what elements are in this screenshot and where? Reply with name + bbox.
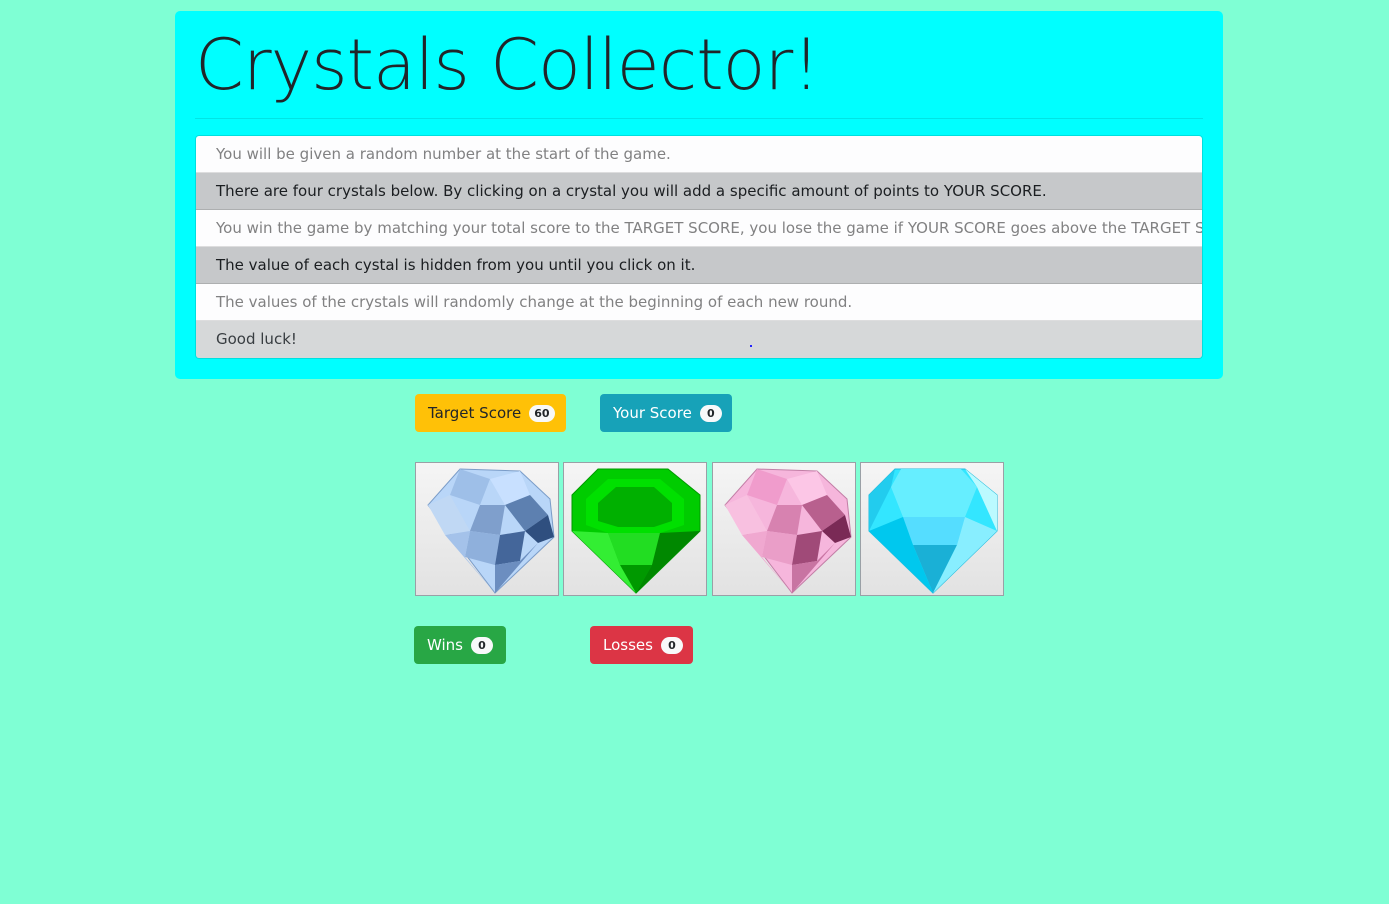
your-score-button[interactable]: Your Score 0: [600, 394, 732, 432]
list-item: You win the game by matching your total …: [196, 210, 1202, 247]
target-score-button[interactable]: Target Score 60: [415, 394, 566, 432]
list-item: There are four crystals below. By clicki…: [196, 173, 1202, 210]
blue-crystal-button[interactable]: [415, 462, 559, 596]
pink-crystal-button[interactable]: [712, 462, 856, 596]
wins-label: Wins: [427, 636, 463, 654]
green-crystal-button[interactable]: [563, 462, 707, 596]
wins-button[interactable]: Wins 0: [414, 626, 506, 664]
losses-button[interactable]: Losses 0: [590, 626, 693, 664]
pink-crystal-icon: [724, 468, 852, 594]
your-score-badge: 0: [699, 405, 722, 422]
your-score-label: Your Score: [613, 404, 692, 422]
header-jumbotron: Crystals Collector! You will be given a …: [175, 11, 1223, 379]
list-item: The values of the crystals will randomly…: [196, 284, 1202, 321]
divider: [195, 118, 1203, 119]
target-score-label: Target Score: [428, 404, 522, 422]
page-title: Crystals Collector!: [195, 24, 820, 106]
green-crystal-icon: [571, 468, 701, 594]
list-item: You will be given a random number at the…: [196, 136, 1202, 173]
list-item: Good luck!: [196, 321, 1202, 358]
wins-badge: 0: [471, 637, 493, 654]
stray-dot: [750, 345, 752, 347]
blue-crystal-icon: [427, 468, 555, 594]
losses-label: Losses: [603, 636, 653, 654]
list-item: The value of each cystal is hidden from …: [196, 247, 1202, 284]
instructions-list: You will be given a random number at the…: [195, 135, 1203, 359]
losses-badge: 0: [660, 637, 683, 654]
target-score-badge: 60: [529, 405, 555, 422]
cyan-crystal-icon: [868, 468, 998, 594]
cyan-crystal-button[interactable]: [860, 462, 1004, 596]
